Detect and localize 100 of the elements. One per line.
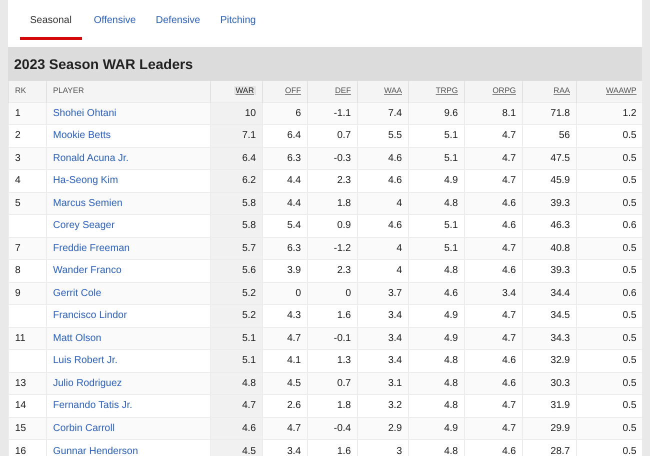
table-cell: 4.7 bbox=[502, 152, 516, 164]
table-cell: 4 bbox=[15, 175, 21, 186]
table-cell: 4.7 bbox=[502, 400, 516, 412]
player-link[interactable]: Corbin Carroll bbox=[53, 422, 115, 434]
table-cell: 0.5 bbox=[622, 310, 636, 322]
player-link[interactable]: Fernando Tatis Jr. bbox=[53, 400, 132, 412]
player-link[interactable]: Gerrit Cole bbox=[53, 288, 102, 299]
table-cell: 29.9 bbox=[550, 422, 570, 434]
table-cell: 28.7 bbox=[550, 446, 570, 456]
table-cell: 4.8 bbox=[444, 355, 458, 366]
table-cell: 30.3 bbox=[550, 378, 570, 389]
table-cell: 4.9 bbox=[444, 422, 458, 434]
player-link[interactable]: Marcus Semien bbox=[53, 198, 122, 209]
player-link[interactable]: Wander Franco bbox=[53, 265, 122, 276]
table-cell: 1.2 bbox=[622, 108, 636, 119]
table-cell: 3 bbox=[15, 152, 21, 164]
table-cell: 10 bbox=[244, 108, 256, 119]
sort-header-link[interactable]: WAAWP bbox=[606, 86, 636, 96]
table-cell: 4.6 bbox=[502, 355, 516, 366]
table-cell: 6.3 bbox=[287, 242, 301, 254]
table-cell: 5.2 bbox=[242, 288, 256, 299]
table-cell: 4.7 bbox=[502, 130, 516, 142]
table-cell: 4.9 bbox=[444, 332, 458, 344]
table-cell: 5.4 bbox=[287, 220, 301, 232]
table-cell: 0.9 bbox=[337, 220, 351, 232]
tab[interactable]: Offensive bbox=[86, 4, 144, 40]
table-cell: 4.5 bbox=[287, 378, 301, 389]
player-link[interactable]: Ronald Acuna Jr. bbox=[53, 152, 129, 164]
sort-header-link[interactable]: WAA bbox=[384, 86, 402, 96]
table-cell: 5.2 bbox=[242, 310, 256, 322]
player-link[interactable]: Gunnar Henderson bbox=[53, 446, 138, 456]
table-cell: 5.6 bbox=[242, 265, 256, 276]
table-cell: 4.7 bbox=[242, 400, 256, 412]
table-cell: 7.4 bbox=[388, 108, 402, 119]
tab[interactable]: Seasonal bbox=[20, 4, 82, 40]
table-cell: 4.8 bbox=[444, 446, 458, 456]
table-cell: 4 bbox=[396, 198, 402, 209]
table-cell: 5.1 bbox=[444, 130, 458, 142]
table-cell: 1.8 bbox=[337, 400, 351, 412]
table-cell: 47.5 bbox=[550, 152, 570, 164]
table-cell: 15 bbox=[15, 422, 26, 434]
table-cell: 0.5 bbox=[622, 265, 636, 276]
table-cell: 5.1 bbox=[444, 242, 458, 254]
table-cell: 5.1 bbox=[242, 332, 256, 344]
sort-header-link[interactable]: WAR bbox=[234, 86, 256, 96]
table-cell: 7.1 bbox=[242, 130, 256, 142]
table-cell: 6.4 bbox=[242, 152, 256, 164]
table-cell: 4.9 bbox=[444, 310, 458, 322]
sort-header-link[interactable]: RAA bbox=[554, 86, 570, 96]
table-cell: 2.3 bbox=[337, 265, 351, 276]
player-link[interactable]: Corey Seager bbox=[53, 220, 115, 232]
table-cell: -1.1 bbox=[334, 108, 351, 119]
table-cell: 1.6 bbox=[337, 310, 351, 322]
tab[interactable]: Defensive bbox=[148, 4, 208, 40]
table-cell: 71.8 bbox=[550, 108, 570, 119]
table-cell: 0 bbox=[295, 288, 301, 299]
player-link[interactable]: Julio Rodriguez bbox=[53, 378, 122, 389]
table-title: 2023 Season WAR Leaders bbox=[14, 54, 193, 74]
player-link[interactable]: Francisco Lindor bbox=[53, 310, 127, 322]
table-cell: 4.6 bbox=[242, 422, 256, 434]
table-cell: 39.3 bbox=[550, 198, 570, 209]
table-cell: 4.6 bbox=[444, 288, 458, 299]
table-cell: 3.4 bbox=[287, 446, 301, 456]
table-cell: 4 bbox=[396, 265, 402, 276]
table-cell: 0.5 bbox=[622, 198, 636, 209]
table-cell: 4.8 bbox=[444, 265, 458, 276]
table-cell: 1.3 bbox=[337, 355, 351, 366]
table-cell: 3.4 bbox=[388, 355, 402, 366]
sort-header-link[interactable]: DEF bbox=[335, 86, 351, 96]
sort-header-link[interactable]: OFF bbox=[285, 86, 301, 96]
table-cell: 5.8 bbox=[242, 198, 256, 209]
table-cell: 56 bbox=[558, 130, 570, 142]
table-cell: 3.2 bbox=[388, 400, 402, 412]
table-cell: 4.5 bbox=[242, 446, 256, 456]
table-cell: 4.7 bbox=[502, 242, 516, 254]
table-cell: 0.5 bbox=[622, 130, 636, 142]
table-cell: 5.1 bbox=[242, 355, 256, 366]
table-cell: 8 bbox=[15, 265, 21, 276]
player-link[interactable]: Freddie Freeman bbox=[53, 242, 130, 254]
table-cell: 0.7 bbox=[337, 130, 351, 142]
table-cell: 34.3 bbox=[550, 332, 570, 344]
sort-header-link[interactable]: TRPG bbox=[436, 86, 458, 96]
tab[interactable]: Pitching bbox=[212, 4, 264, 40]
table-cell: 3.9 bbox=[287, 265, 301, 276]
table-cell: 0.6 bbox=[622, 288, 636, 299]
player-link[interactable]: Ha-Seong Kim bbox=[53, 175, 118, 186]
table-cell: 4.7 bbox=[287, 422, 301, 434]
player-link[interactable]: Shohei Ohtani bbox=[53, 108, 116, 119]
player-link[interactable]: Luis Robert Jr. bbox=[53, 355, 118, 366]
table-cell: 2.9 bbox=[388, 422, 402, 434]
table-cell: 7 bbox=[15, 242, 21, 254]
table-cell: 9.6 bbox=[444, 108, 458, 119]
table-cell: 45.9 bbox=[550, 175, 570, 186]
player-link[interactable]: Matt Olson bbox=[53, 332, 102, 344]
table-cell: 4.6 bbox=[502, 198, 516, 209]
sort-header-link[interactable]: ORPG bbox=[492, 86, 516, 96]
player-link[interactable]: Mookie Betts bbox=[53, 130, 111, 142]
table-cell: 34.5 bbox=[550, 310, 570, 322]
table-cell: 14 bbox=[15, 400, 26, 412]
table-cell: 0.5 bbox=[622, 400, 636, 412]
